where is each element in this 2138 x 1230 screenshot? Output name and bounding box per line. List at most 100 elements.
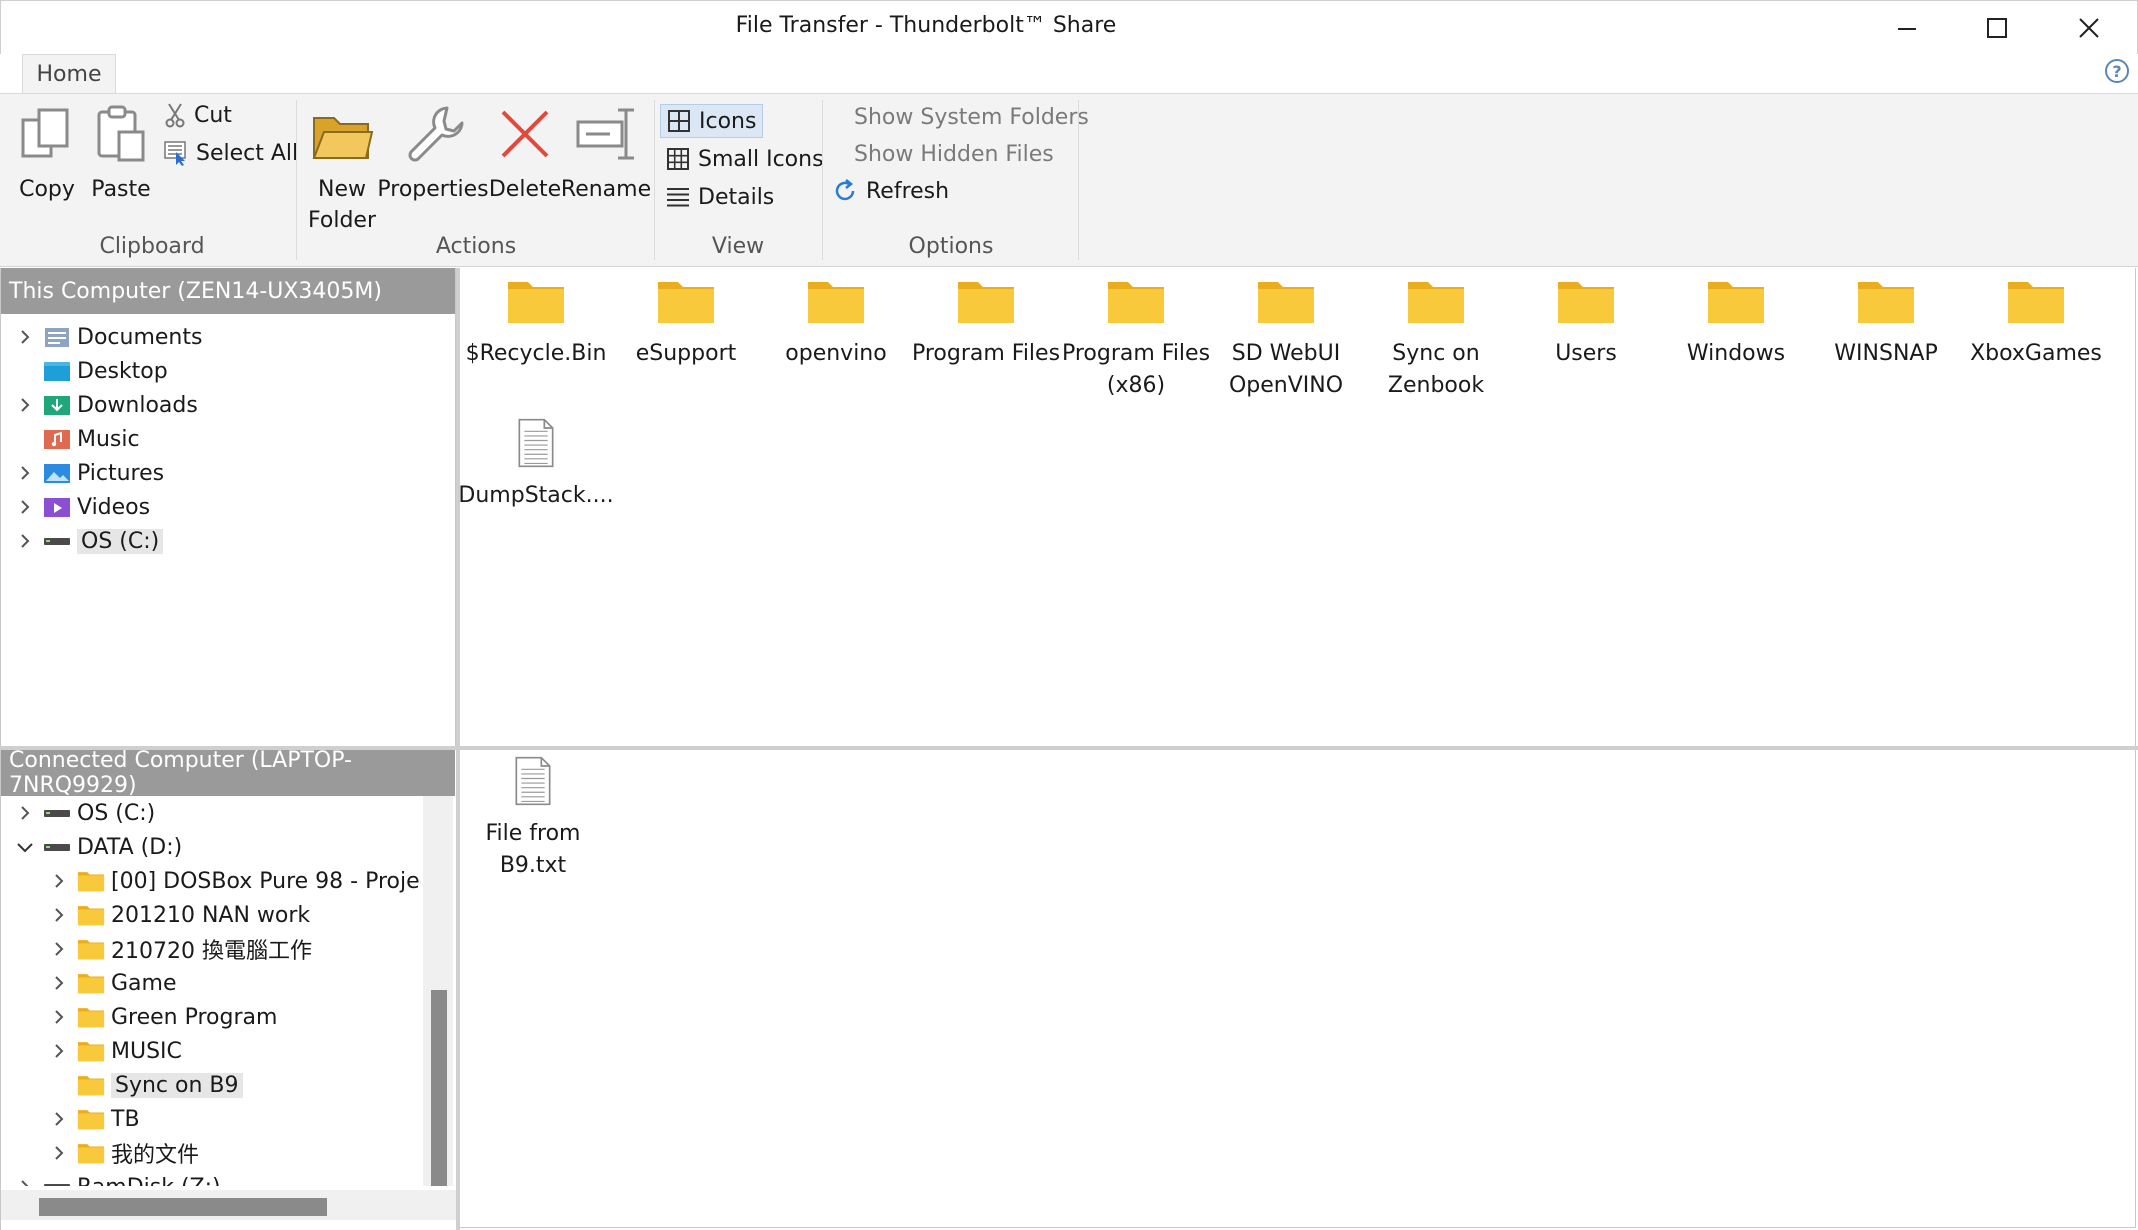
select-all-button[interactable]: Select All <box>164 136 298 170</box>
folder-icon <box>1408 282 1464 323</box>
view-details-button[interactable]: Details <box>666 180 774 214</box>
folder-item[interactable]: eSupport <box>611 276 761 370</box>
folder-item[interactable]: Windows <box>1661 276 1811 370</box>
chevron-right-icon[interactable] <box>13 529 37 553</box>
documents-icon <box>45 328 69 347</box>
pictures-icon <box>44 464 70 483</box>
remote-tree-item[interactable]: Game <box>47 966 177 1000</box>
view-small-icons-button[interactable]: Small Icons <box>666 142 824 176</box>
cut-button[interactable]: Cut <box>164 98 232 132</box>
remote-tree-item[interactable]: MUSIC <box>47 1034 182 1068</box>
remote-tree-item[interactable]: DATA (D:) <box>13 830 182 864</box>
chevron-right-icon[interactable] <box>47 1039 71 1063</box>
show-system-folders-button[interactable]: Show System Folders <box>854 100 1089 134</box>
folder-item[interactable]: WINSNAP <box>1811 276 1961 370</box>
remote-tree-label: OS (C:) <box>77 800 156 826</box>
close-icon <box>2079 18 2099 38</box>
local-tree-pane: This Computer (ZEN14-UX3405M) Documents … <box>0 268 456 746</box>
close-button[interactable] <box>2043 1 2135 55</box>
item-name: File from <box>485 821 581 846</box>
folder-item[interactable]: SD WebUI OpenVINO <box>1211 276 1361 402</box>
window-title: File Transfer - Thunderbolt™ Share <box>735 13 1117 38</box>
chevron-right-icon[interactable] <box>13 801 37 825</box>
view-icons-button[interactable]: Icons <box>660 104 764 138</box>
remote-tree-hscrollbar[interactable] <box>1 1190 456 1220</box>
delete-button[interactable]: Delete <box>489 102 561 205</box>
local-tree-item-music[interactable]: Music <box>13 422 140 456</box>
remote-tree-item[interactable]: 我的文件 <box>47 1136 199 1170</box>
folder-icon <box>77 1110 105 1130</box>
remote-tree-item[interactable]: 201210 NAN work <box>47 898 310 932</box>
ribbon-separator <box>654 100 655 260</box>
remote-tree-label: DATA (D:) <box>77 834 183 860</box>
remote-tree-vscroll-thumb[interactable] <box>431 990 447 1186</box>
local-tree-label: Desktop <box>77 358 168 384</box>
chevron-right-icon[interactable] <box>13 1175 37 1186</box>
local-tree-item-documents[interactable]: Documents <box>13 320 202 354</box>
folder-item[interactable]: Program Files <box>911 276 1061 370</box>
folder-item[interactable]: Program Files (x86) <box>1061 276 1211 402</box>
local-tree-item-desktop[interactable]: Desktop <box>13 354 168 388</box>
local-tree-item-downloads[interactable]: Downloads <box>13 388 198 422</box>
file-item[interactable]: File from B9.txt <box>458 756 608 882</box>
rename-button[interactable]: Rename <box>561 102 651 205</box>
paste-button[interactable]: Paste <box>88 102 154 205</box>
new-folder-button[interactable]: New Folder <box>304 102 380 236</box>
view-small-icons-label: Small Icons <box>698 146 824 172</box>
maximize-button[interactable] <box>1951 1 2043 55</box>
chevron-right-icon[interactable] <box>47 903 71 927</box>
local-tree-item-pictures[interactable]: Pictures <box>13 456 164 490</box>
item-name: openvino <box>785 341 887 366</box>
folder-icon <box>658 282 714 323</box>
remote-tree-item[interactable]: OS (C:) <box>13 796 155 830</box>
remote-tree-item[interactable]: [00] DOSBox Pure 98 - Projec <box>47 864 421 898</box>
folder-item[interactable]: openvino <box>761 276 911 370</box>
chevron-right-icon[interactable] <box>13 325 37 349</box>
details-list-icon <box>667 188 689 207</box>
remote-tree-item[interactable]: Sync on B9 <box>47 1068 243 1102</box>
chevron-down-icon[interactable] <box>13 835 37 859</box>
chevron-right-icon[interactable] <box>13 393 37 417</box>
remote-tree-item[interactable]: Green Program <box>47 1000 277 1034</box>
folder-icon <box>77 1042 105 1062</box>
remote-tree-item[interactable]: 210720 換電腦工作 <box>47 932 312 966</box>
remote-tree-item[interactable]: TB <box>47 1102 140 1136</box>
chevron-right-icon[interactable] <box>47 971 71 995</box>
local-tree-label: Documents <box>77 324 203 350</box>
item-name: WINSNAP <box>1834 341 1938 366</box>
refresh-button[interactable]: Refresh <box>832 174 949 208</box>
item-name-line2: B9.txt <box>499 853 567 878</box>
remote-tree-hscroll-thumb[interactable] <box>39 1198 327 1216</box>
chevron-right-icon[interactable] <box>47 869 71 893</box>
help-icon[interactable]: ? <box>2104 58 2130 84</box>
copy-button[interactable]: Copy <box>12 102 82 205</box>
chevron-right-icon[interactable] <box>13 495 37 519</box>
maximize-icon <box>1987 18 2007 38</box>
remote-tree-vscrollbar[interactable] <box>423 796 453 1186</box>
remote-tree-item[interactable]: RamDisk (Z:) <box>13 1170 221 1186</box>
properties-button[interactable]: Properties <box>377 102 489 205</box>
folder-icon <box>1258 282 1314 323</box>
item-name: Windows <box>1686 341 1786 366</box>
view-icons-label: Icons <box>699 108 757 134</box>
local-tree-label: OS (C:) <box>77 528 164 554</box>
folder-item[interactable]: Users <box>1511 276 1661 370</box>
chevron-right-icon[interactable] <box>13 461 37 485</box>
chevron-right-icon[interactable] <box>47 1005 71 1029</box>
folder-item[interactable]: $Recycle.Bin <box>461 276 611 370</box>
tab-home[interactable]: Home <box>22 54 116 94</box>
folder-item[interactable]: Sync on Zenbook <box>1361 276 1511 402</box>
chevron-right-icon[interactable] <box>47 1107 71 1131</box>
local-tree-item-videos[interactable]: Videos <box>13 490 150 524</box>
ribbon-separator <box>1078 100 1079 260</box>
folder-icon <box>1558 282 1614 323</box>
chevron-right-icon[interactable] <box>47 1141 71 1165</box>
minimize-button[interactable] <box>1861 1 1953 55</box>
chevron-right-icon[interactable] <box>47 937 71 961</box>
local-tree-item-os-c[interactable]: OS (C:) <box>13 524 164 558</box>
small-grid-icon <box>667 148 689 170</box>
file-item[interactable]: DumpStack.... <box>458 418 614 512</box>
show-hidden-files-button[interactable]: Show Hidden Files <box>854 137 1054 171</box>
local-tree-label: Music <box>77 426 140 452</box>
folder-item[interactable]: XboxGames <box>1961 276 2111 370</box>
